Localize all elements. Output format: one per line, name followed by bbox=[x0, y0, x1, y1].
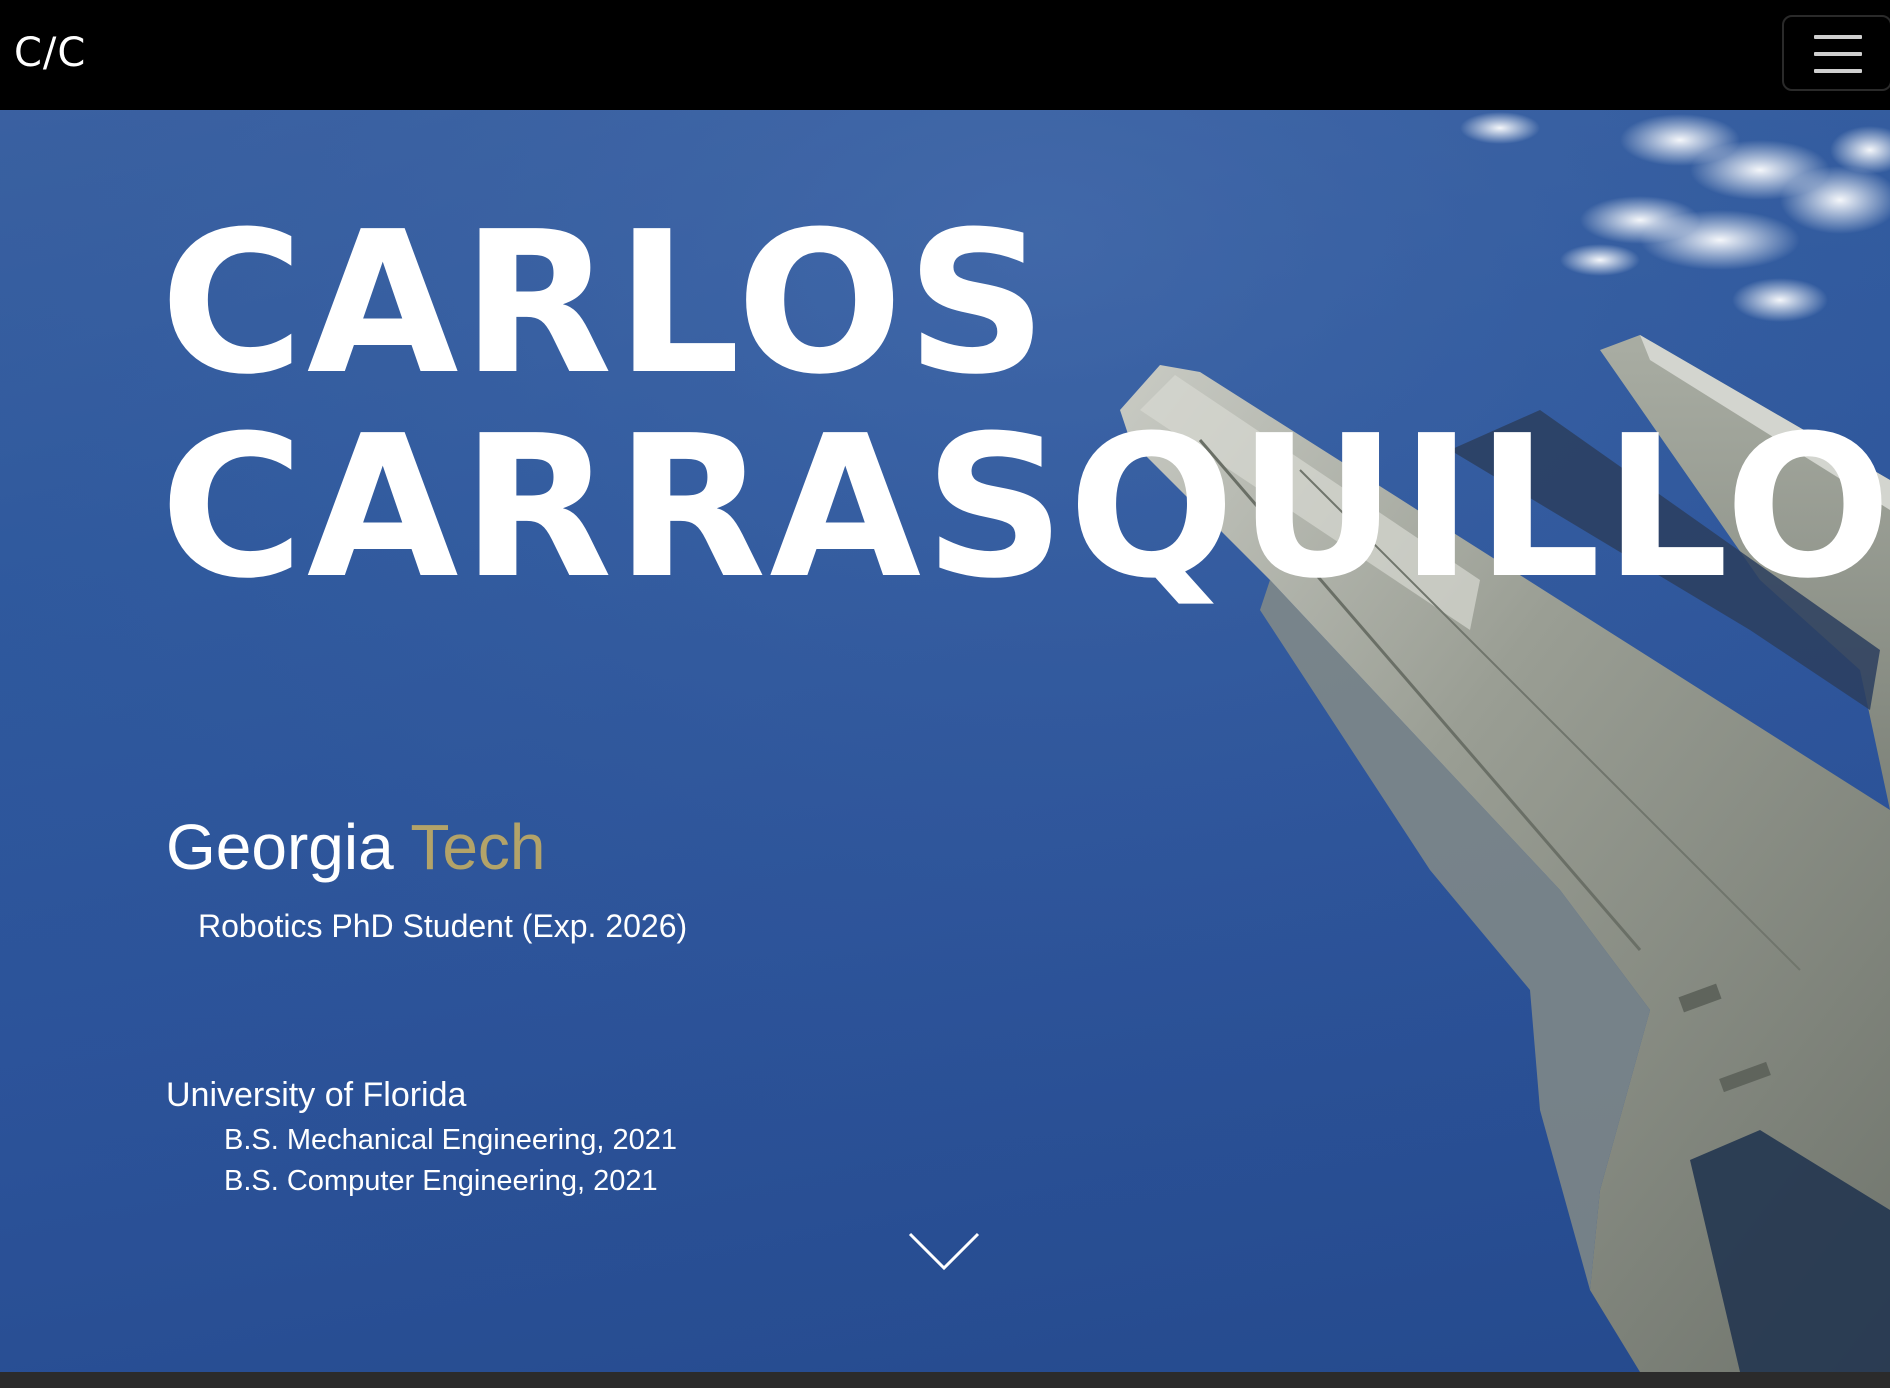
top-navbar: C/C bbox=[0, 0, 1890, 110]
section-divider-strip bbox=[0, 1372, 1890, 1388]
georgia-tech-degree: Robotics PhD Student (Exp. 2026) bbox=[198, 908, 688, 944]
hamburger-menu-icon-bar bbox=[1814, 52, 1862, 56]
uf-degree-computer: B.S. Computer Engineering, 2021 bbox=[224, 1165, 658, 1197]
tech-word: Tech bbox=[410, 811, 546, 883]
hamburger-menu-icon bbox=[1814, 35, 1862, 39]
georgia-word: Georgia bbox=[166, 811, 394, 883]
uf-title: University of Florida bbox=[166, 1076, 467, 1114]
georgia-tech-title: Georgia Tech bbox=[166, 810, 546, 884]
hero-section: CARLOS CARRASQUILLO Georgia Tech Robotic… bbox=[0, 110, 1890, 1372]
brand-logo-link[interactable]: C/C bbox=[14, 30, 86, 76]
hero-first-name: CARLOS bbox=[160, 190, 1051, 418]
uf-degree-mechanical: B.S. Mechanical Engineering, 2021 bbox=[224, 1124, 678, 1156]
hamburger-menu-icon-bar bbox=[1814, 69, 1862, 73]
menu-toggle-button[interactable] bbox=[1782, 15, 1890, 91]
hero-last-name: CARRASQUILLO bbox=[160, 394, 1890, 622]
chevron-down-icon[interactable] bbox=[906, 1230, 982, 1274]
hero-name-heading: CARLOS CARRASQUILLO bbox=[160, 202, 1890, 610]
